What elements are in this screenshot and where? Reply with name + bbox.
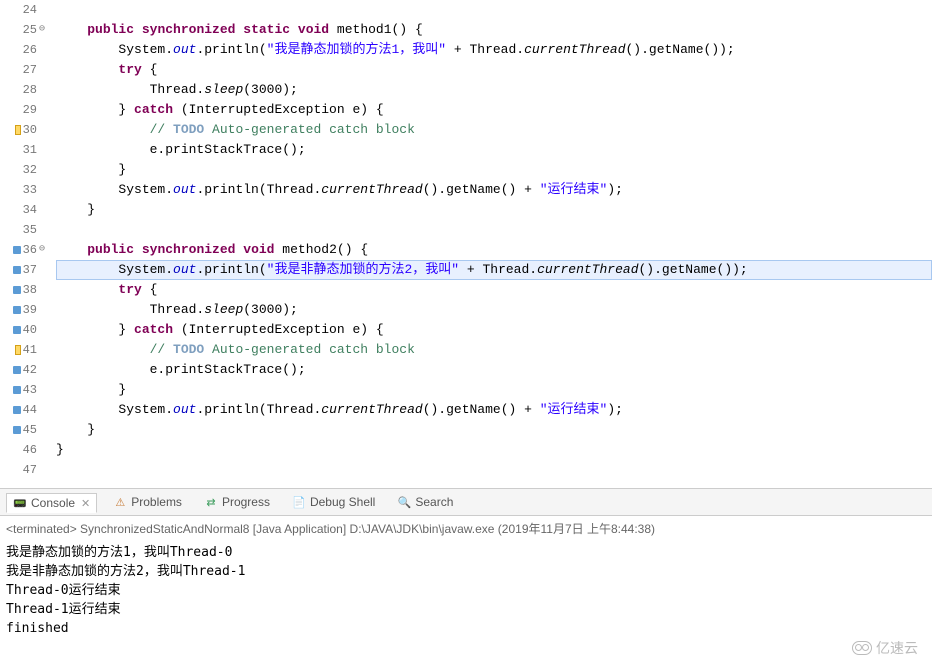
gutter-line: 47 bbox=[0, 460, 43, 480]
code-editor[interactable]: 2425⊖2627282930313233343536⊖373839404142… bbox=[0, 0, 932, 488]
code-line[interactable]: System.out.println("我是非静态加锁的方法2，我叫" + Th… bbox=[56, 260, 932, 280]
gutter-line: 32 bbox=[0, 160, 43, 180]
line-gutter: 2425⊖2627282930313233343536⊖373839404142… bbox=[0, 0, 48, 488]
gutter-line: 45 bbox=[0, 420, 43, 440]
console-output: 我是静态加锁的方法1，我叫Thread-0我是非静态加锁的方法2，我叫Threa… bbox=[0, 541, 932, 640]
tab-console[interactable]: 📟 Console ✕ bbox=[6, 493, 97, 513]
code-line[interactable]: Thread.sleep(3000); bbox=[56, 80, 932, 100]
gutter-line: 24 bbox=[0, 0, 43, 20]
tab-problems[interactable]: ⚠ Problems bbox=[107, 493, 188, 511]
code-line[interactable]: } bbox=[56, 380, 932, 400]
tab-label: Search bbox=[415, 495, 453, 509]
close-icon[interactable]: ✕ bbox=[81, 497, 90, 510]
change-marker-icon bbox=[13, 306, 21, 314]
tab-search[interactable]: 🔍 Search bbox=[391, 493, 459, 511]
code-line[interactable]: Thread.sleep(3000); bbox=[56, 300, 932, 320]
tab-debug-shell[interactable]: 📄 Debug Shell bbox=[286, 493, 381, 511]
tab-label: Console bbox=[31, 496, 75, 510]
code-line[interactable]: // TODO Auto-generated catch block bbox=[56, 340, 932, 360]
code-line[interactable] bbox=[56, 460, 932, 480]
problems-icon: ⚠ bbox=[113, 495, 127, 509]
change-marker-icon bbox=[13, 326, 21, 334]
console-icon: 📟 bbox=[13, 496, 27, 510]
watermark-text: 亿速云 bbox=[876, 638, 918, 658]
gutter-line: 39 bbox=[0, 300, 43, 320]
debug shell-icon: 📄 bbox=[292, 495, 306, 509]
gutter-line: 41 bbox=[0, 340, 43, 360]
code-line[interactable]: e.printStackTrace(); bbox=[56, 360, 932, 380]
gutter-line: 37 bbox=[0, 260, 43, 280]
gutter-line: 29 bbox=[0, 100, 43, 120]
cloud-icon bbox=[852, 641, 872, 655]
change-marker-icon bbox=[13, 266, 21, 274]
console-line: Thread-0运行结束 bbox=[6, 581, 926, 600]
code-line[interactable]: System.out.println("我是静态加锁的方法1，我叫" + Thr… bbox=[56, 40, 932, 60]
gutter-line: 28 bbox=[0, 80, 43, 100]
code-line[interactable] bbox=[56, 220, 932, 240]
gutter-line: 27 bbox=[0, 60, 43, 80]
tab-progress[interactable]: ⇄ Progress bbox=[198, 493, 276, 511]
console-line: finished bbox=[6, 619, 926, 638]
change-marker-icon bbox=[13, 286, 21, 294]
console-line: 我是静态加锁的方法1，我叫Thread-0 bbox=[6, 543, 926, 562]
change-marker-icon bbox=[13, 426, 21, 434]
fold-icon[interactable]: ⊖ bbox=[39, 240, 45, 260]
code-line[interactable]: public synchronized void method2() { bbox=[56, 240, 932, 260]
gutter-line: 36⊖ bbox=[0, 240, 43, 260]
change-marker-icon bbox=[13, 246, 21, 254]
code-line[interactable]: try { bbox=[56, 60, 932, 80]
code-line[interactable]: public synchronized static void method1(… bbox=[56, 20, 932, 40]
fold-icon[interactable]: ⊖ bbox=[39, 20, 45, 40]
console-header: <terminated> SynchronizedStaticAndNormal… bbox=[0, 516, 932, 541]
bottom-tabs-bar: 📟 Console ✕ ⚠ Problems ⇄ Progress 📄 Debug Shell 🔍… bbox=[0, 488, 932, 516]
code-line[interactable]: // TODO Auto-generated catch block bbox=[56, 120, 932, 140]
console-line: Thread-1运行结束 bbox=[6, 600, 926, 619]
gutter-line: 34 bbox=[0, 200, 43, 220]
gutter-line: 30 bbox=[0, 120, 43, 140]
code-line[interactable]: } bbox=[56, 160, 932, 180]
code-line[interactable]: try { bbox=[56, 280, 932, 300]
change-marker-icon bbox=[13, 406, 21, 414]
code-line[interactable]: System.out.println(Thread.currentThread(… bbox=[56, 180, 932, 200]
gutter-line: 26 bbox=[0, 40, 43, 60]
code-line[interactable]: } bbox=[56, 440, 932, 460]
tab-label: Problems bbox=[131, 495, 182, 509]
gutter-line: 31 bbox=[0, 140, 43, 160]
gutter-line: 46 bbox=[0, 440, 43, 460]
gutter-line: 44 bbox=[0, 400, 43, 420]
watermark: 亿速云 bbox=[852, 638, 918, 658]
search-icon: 🔍 bbox=[397, 495, 411, 509]
gutter-line: 43 bbox=[0, 380, 43, 400]
gutter-line: 33 bbox=[0, 180, 43, 200]
change-marker-icon bbox=[13, 386, 21, 394]
code-line[interactable]: } bbox=[56, 420, 932, 440]
tab-label: Progress bbox=[222, 495, 270, 509]
gutter-line: 40 bbox=[0, 320, 43, 340]
todo-marker-icon bbox=[15, 345, 21, 355]
code-line[interactable]: } catch (InterruptedException e) { bbox=[56, 100, 932, 120]
code-line[interactable]: e.printStackTrace(); bbox=[56, 140, 932, 160]
change-marker-icon bbox=[13, 366, 21, 374]
todo-marker-icon bbox=[15, 125, 21, 135]
code-content[interactable]: public synchronized static void method1(… bbox=[48, 0, 932, 488]
code-line[interactable] bbox=[56, 0, 932, 20]
code-line[interactable]: } bbox=[56, 200, 932, 220]
tab-label: Debug Shell bbox=[310, 495, 375, 509]
gutter-line: 35 bbox=[0, 220, 43, 240]
console-line: 我是非静态加锁的方法2，我叫Thread-1 bbox=[6, 562, 926, 581]
code-line[interactable]: } catch (InterruptedException e) { bbox=[56, 320, 932, 340]
progress-icon: ⇄ bbox=[204, 495, 218, 509]
code-line[interactable]: System.out.println(Thread.currentThread(… bbox=[56, 400, 932, 420]
gutter-line: 38 bbox=[0, 280, 43, 300]
gutter-line: 25⊖ bbox=[0, 20, 43, 40]
gutter-line: 42 bbox=[0, 360, 43, 380]
